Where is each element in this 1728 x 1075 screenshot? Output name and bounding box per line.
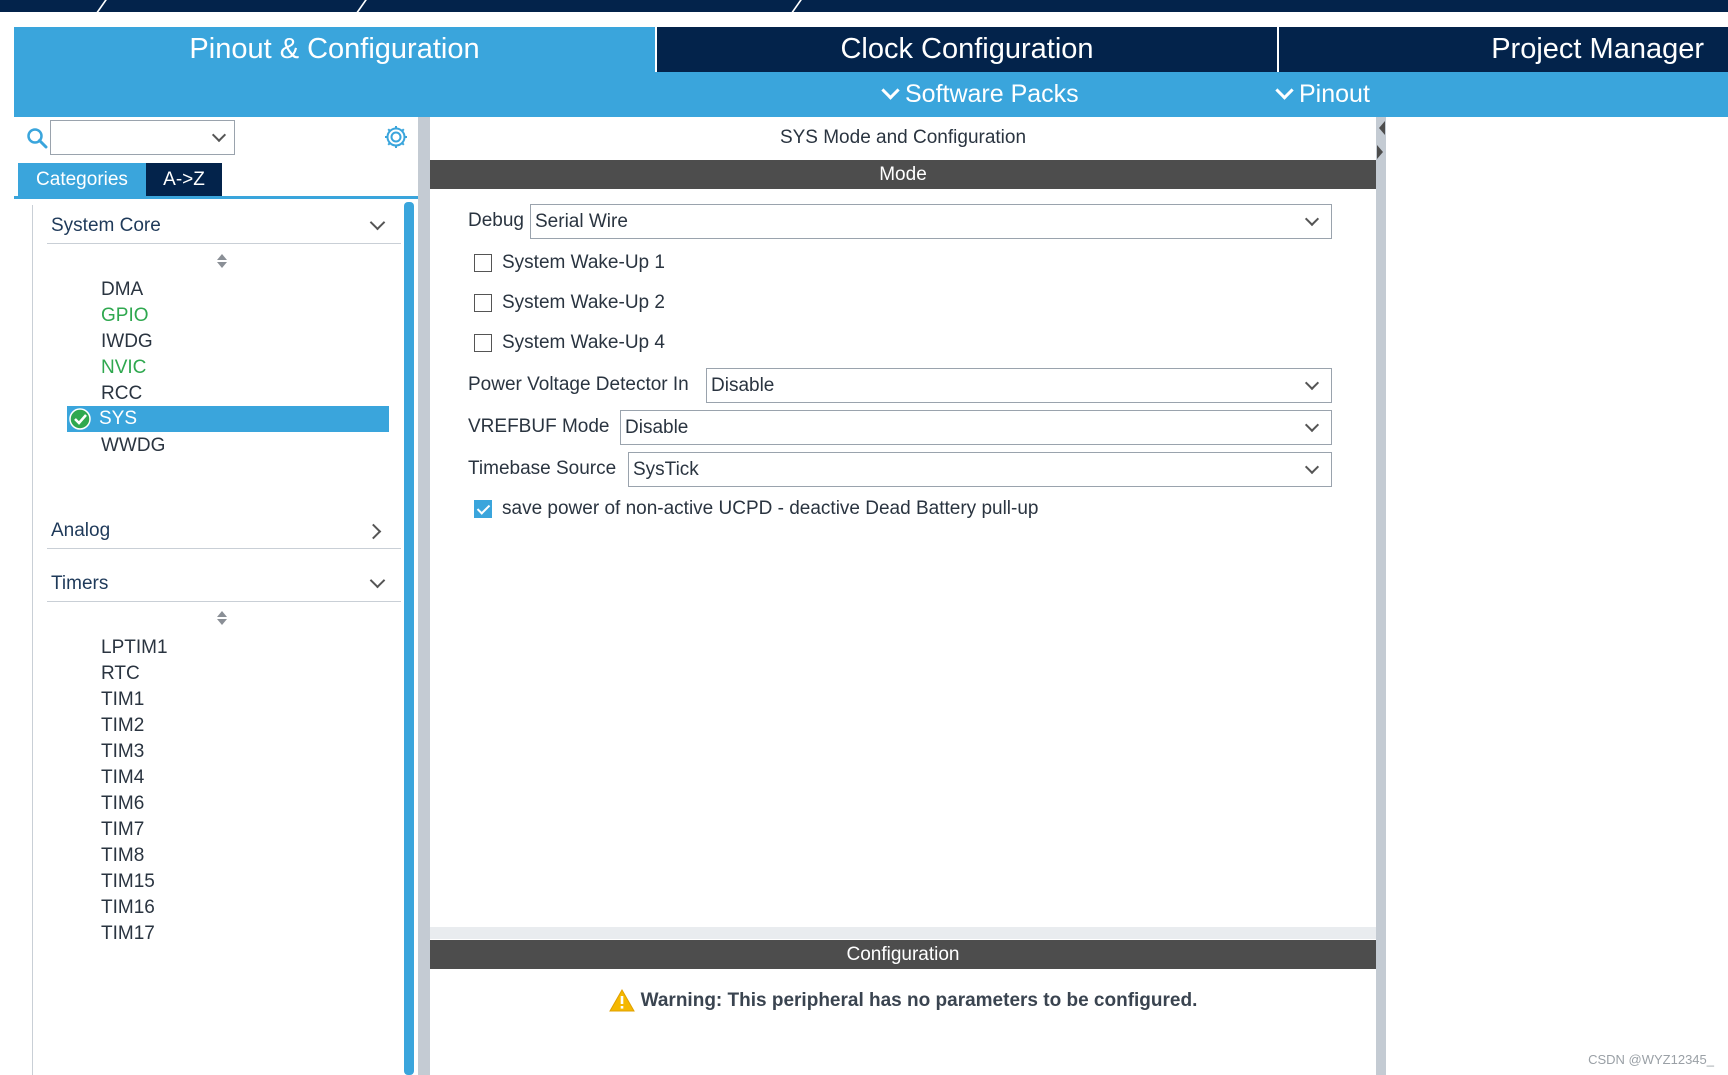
- list-item-iwdg[interactable]: IWDG: [75, 329, 405, 355]
- chevron-down-icon[interactable]: [369, 572, 386, 589]
- wakeup-2-checkbox[interactable]: System Wake-Up 2: [474, 290, 665, 316]
- group-label: Analog: [51, 520, 111, 541]
- watermark: CSDN @WYZ12345_: [1588, 1052, 1714, 1067]
- main-tab-bar: Pinout & Configuration Clock Configurati…: [14, 27, 1728, 72]
- list-item-sys[interactable]: SYS: [67, 406, 389, 432]
- group-analog[interactable]: Analog: [47, 513, 401, 549]
- chevron-down-icon[interactable]: [369, 214, 386, 231]
- checkbox-label: save power of non-active UCPD - deactive…: [502, 498, 1039, 519]
- checkbox[interactable]: [474, 254, 492, 272]
- strip-separator: [790, 0, 802, 14]
- chevron-right-icon[interactable]: [365, 523, 382, 540]
- list-item-nvic[interactable]: NVIC: [75, 355, 405, 381]
- tab-categories[interactable]: Categories: [18, 163, 146, 196]
- list-item-tim17[interactable]: TIM17: [75, 921, 405, 947]
- vrefbuf-value: Disable: [625, 417, 689, 438]
- chevron-down-icon: [1275, 81, 1294, 100]
- mode-configuration-panel: SYS Mode and Configuration Mode Debug Se…: [430, 117, 1376, 1075]
- pvd-select[interactable]: Disable: [706, 368, 1332, 403]
- pvd-value: Disable: [711, 375, 775, 396]
- checkbox-label: System Wake-Up 4: [502, 332, 665, 353]
- chevron-down-icon[interactable]: [1304, 211, 1320, 227]
- debug-select[interactable]: Serial Wire: [530, 204, 1332, 239]
- checkbox-label: System Wake-Up 1: [502, 252, 665, 273]
- collapse-handle-icon[interactable]: [1376, 118, 1386, 162]
- chevron-down-icon[interactable]: [211, 127, 227, 143]
- pvd-label: Power Voltage Detector In: [468, 374, 689, 395]
- list-item-wwdg[interactable]: WWDG: [75, 433, 405, 459]
- timebase-select[interactable]: SysTick: [628, 452, 1332, 487]
- tab-a-z[interactable]: A->Z: [146, 163, 222, 196]
- list-item-tim3[interactable]: TIM3: [75, 739, 405, 765]
- tree-scrollbar[interactable]: [404, 202, 414, 1075]
- list-item-tim1[interactable]: TIM1: [75, 687, 405, 713]
- software-packs-menu[interactable]: Software Packs: [881, 72, 1079, 117]
- mode-header: Mode: [430, 160, 1376, 189]
- vrefbuf-label: VREFBUF Mode: [468, 416, 610, 437]
- checkbox[interactable]: [474, 294, 492, 312]
- section-separator[interactable]: [430, 927, 1376, 939]
- chevron-down-icon[interactable]: [1304, 459, 1320, 475]
- tab-clock-configuration[interactable]: Clock Configuration: [655, 27, 1277, 72]
- sub-toolbar: Software Packs Pinout: [14, 72, 1728, 117]
- chevron-down-icon[interactable]: [1304, 375, 1320, 391]
- warning-message: Warning: This peripheral has no paramete…: [430, 989, 1376, 1012]
- categories-panel: Categories A->Z System Core DMA GPIO IWD…: [14, 117, 418, 1075]
- pinout-menu-label: Pinout: [1299, 80, 1370, 108]
- chevron-down-icon[interactable]: [1304, 417, 1320, 433]
- warning-icon: [608, 989, 635, 1012]
- checkbox[interactable]: [474, 334, 492, 352]
- list-item-rcc[interactable]: RCC: [75, 381, 405, 407]
- wakeup-1-checkbox[interactable]: System Wake-Up 1: [474, 250, 665, 276]
- list-item-lptim1[interactable]: LPTIM1: [75, 635, 405, 661]
- list-item-tim16[interactable]: TIM16: [75, 895, 405, 921]
- sort-icon[interactable]: [217, 611, 227, 627]
- vrefbuf-select[interactable]: Disable: [620, 410, 1332, 445]
- tab-underline: [14, 196, 418, 199]
- list-item-tim7[interactable]: TIM7: [75, 817, 405, 843]
- title-strip: [0, 0, 1728, 14]
- list-item-tim4[interactable]: TIM4: [75, 765, 405, 791]
- list-item-label: SYS: [99, 408, 138, 429]
- chevron-down-icon: [881, 81, 900, 100]
- gear-icon[interactable]: [382, 123, 410, 151]
- tab-project-manager[interactable]: Project Manager: [1277, 27, 1728, 72]
- tab-pinout-configuration[interactable]: Pinout & Configuration: [14, 27, 655, 72]
- ucpd-checkbox[interactable]: save power of non-active UCPD - deactive…: [474, 496, 1038, 522]
- list-item-tim8[interactable]: TIM8: [75, 843, 405, 869]
- list-item-tim6[interactable]: TIM6: [75, 791, 405, 817]
- timebase-value: SysTick: [633, 459, 699, 480]
- search-icon[interactable]: [26, 127, 48, 149]
- group-system-core[interactable]: System Core: [47, 208, 401, 244]
- list-item-dma[interactable]: DMA: [75, 277, 405, 303]
- pinout-menu[interactable]: Pinout: [1275, 72, 1370, 117]
- list-item-tim2[interactable]: TIM2: [75, 713, 405, 739]
- panel-splitter[interactable]: [1376, 117, 1386, 1075]
- list-item-tim15[interactable]: TIM15: [75, 869, 405, 895]
- search-input[interactable]: [50, 120, 235, 155]
- list-item-gpio[interactable]: GPIO: [75, 303, 405, 329]
- configuration-header: Configuration: [430, 940, 1376, 969]
- group-label: System Core: [51, 215, 161, 236]
- wakeup-4-checkbox[interactable]: System Wake-Up 4: [474, 330, 665, 356]
- group-timers[interactable]: Timers: [47, 566, 401, 602]
- debug-value: Serial Wire: [535, 211, 628, 232]
- list-item-rtc[interactable]: RTC: [75, 661, 405, 687]
- checkbox-checked[interactable]: [474, 500, 492, 518]
- timebase-label: Timebase Source: [468, 458, 617, 479]
- checkbox-label: System Wake-Up 2: [502, 292, 665, 313]
- strip-separator: [355, 0, 367, 14]
- panel-title: SYS Mode and Configuration: [779, 127, 1027, 148]
- debug-label: Debug: [468, 210, 524, 231]
- software-packs-label: Software Packs: [905, 80, 1079, 108]
- check-circle-icon: [69, 408, 91, 430]
- panel-splitter[interactable]: [418, 117, 430, 1075]
- strip-separator: [95, 0, 107, 14]
- warning-text: Warning: This peripheral has no paramete…: [640, 989, 1198, 1011]
- sort-icon[interactable]: [217, 254, 227, 270]
- group-label: Timers: [51, 573, 109, 594]
- category-tree: System Core DMA GPIO IWDG NVIC RCC SYS W…: [32, 205, 401, 1075]
